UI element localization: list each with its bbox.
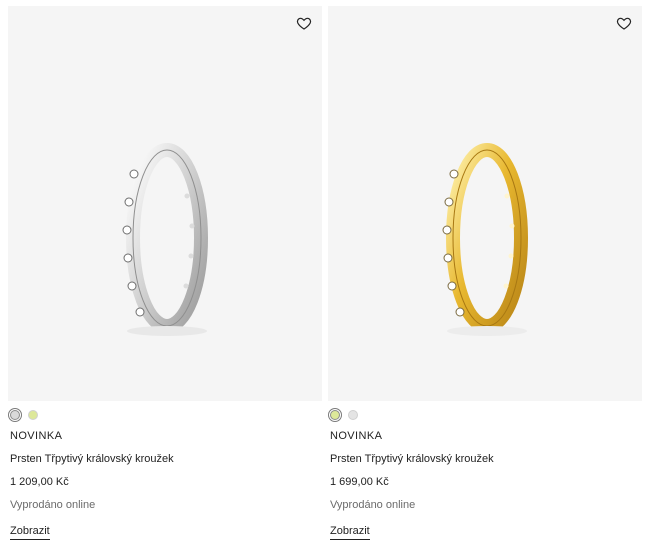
swatch-0[interactable] <box>328 408 342 422</box>
availability-status: Vyprodáno online <box>10 499 96 511</box>
heart-icon[interactable] <box>296 15 312 31</box>
product-price: 1 699,00 Kč <box>330 476 389 488</box>
color-swatches <box>328 408 358 422</box>
swatch-1[interactable] <box>348 410 358 420</box>
new-badge: NOVINKA <box>10 430 63 442</box>
product-price: 1 209,00 Kč <box>10 476 69 488</box>
ring-image <box>122 143 208 336</box>
product-name[interactable]: Prsten Třpytivý královský kroužek <box>10 453 174 465</box>
ring-image <box>442 143 528 336</box>
new-badge: NOVINKA <box>330 430 383 442</box>
product-image-area[interactable] <box>328 6 642 401</box>
availability-status: Vyprodáno online <box>330 499 416 511</box>
swatch-0[interactable] <box>8 408 22 422</box>
view-link[interactable]: Zobrazit <box>10 525 50 540</box>
color-swatches <box>8 408 38 422</box>
heart-icon[interactable] <box>616 15 632 31</box>
view-link[interactable]: Zobrazit <box>330 525 370 540</box>
product-image-area[interactable] <box>8 6 322 401</box>
product-card[interactable]: NOVINKA Prsten Třpytivý královský krouže… <box>328 0 642 560</box>
product-card[interactable]: NOVINKA Prsten Třpytivý královský krouže… <box>8 0 322 560</box>
swatch-1[interactable] <box>28 410 38 420</box>
product-name[interactable]: Prsten Třpytivý královský kroužek <box>330 453 494 465</box>
